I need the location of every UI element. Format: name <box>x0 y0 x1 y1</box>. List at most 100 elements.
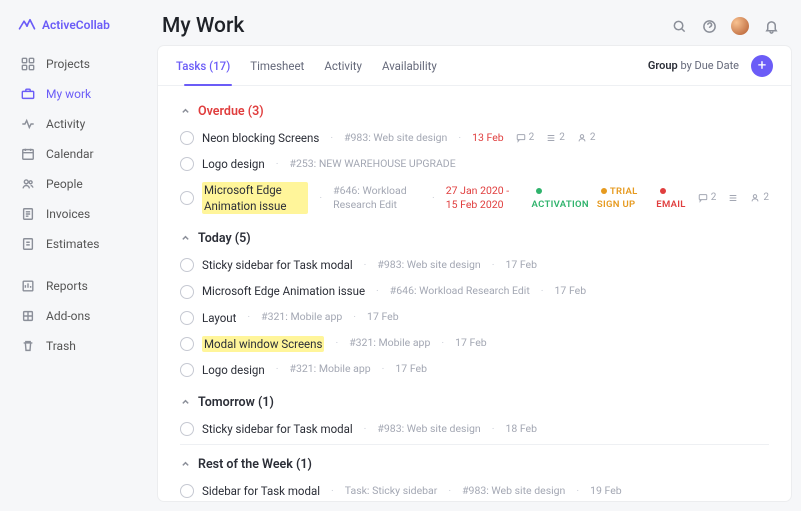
chevron-down-icon <box>180 459 190 469</box>
task-name: Sticky sidebar for Task modal <box>202 257 353 273</box>
task-parent: Task: Sticky sidebar <box>345 484 438 499</box>
task-row[interactable]: Neon blocking Screens · #983: Web site d… <box>164 125 785 151</box>
add-task-button[interactable]: + <box>751 55 773 77</box>
task-row[interactable]: Layout· #321: Mobile app· 17 Feb <box>164 305 785 331</box>
task-name: Sidebar for Task modal <box>202 483 320 499</box>
task-checkbox[interactable] <box>180 363 194 377</box>
reports-icon <box>20 278 36 294</box>
section-restweek-header[interactable]: Rest of the Week (1) <box>164 445 785 478</box>
section-overdue-header[interactable]: Overdue (3) <box>164 92 785 125</box>
task-row[interactable]: Microsoft Edge Animation issue· #646: Wo… <box>164 278 785 304</box>
task-project: #983: Web site design <box>377 422 480 437</box>
task-row[interactable]: Logo design· #321: Mobile app· 17 Feb <box>164 357 785 383</box>
task-row[interactable]: Sidebar for Task modal· Task: Sticky sid… <box>164 478 785 501</box>
task-checkbox[interactable] <box>180 422 194 436</box>
grid-icon <box>20 56 36 72</box>
task-row[interactable]: Modal window Screens· #321: Mobile app· … <box>164 331 785 357</box>
sidebar-item-label: Calendar <box>46 147 94 161</box>
task-list[interactable]: Overdue (3) Neon blocking Screens · #983… <box>158 86 791 501</box>
sidebar-item-invoices[interactable]: Invoices <box>12 200 140 228</box>
tab-label: Tasks (17) <box>176 59 230 73</box>
section-title: Overdue (3) <box>198 104 264 119</box>
bell-icon[interactable] <box>763 18 779 34</box>
task-project: #321: Mobile app <box>349 336 430 351</box>
task-due: 18 Feb <box>505 422 537 437</box>
task-project: #983: Web site design <box>344 131 447 146</box>
sidebar-item-label: Estimates <box>46 237 99 251</box>
task-due: 19 Feb <box>590 484 622 499</box>
task-checkbox[interactable] <box>180 285 194 299</box>
group-by-toggle[interactable]: Group by Due Date <box>648 59 739 72</box>
activecollab-logo-icon <box>18 18 36 32</box>
task-project: #321: Mobile app <box>261 310 342 325</box>
brand[interactable]: ActiveCollab <box>12 12 140 48</box>
briefcase-icon <box>20 86 36 102</box>
sidebar-item-label: Trash <box>46 339 76 353</box>
task-row[interactable]: Logo design · #253: NEW WAREHOUSE UPGRAD… <box>164 151 785 177</box>
task-name: Microsoft Edge Animation issue <box>202 182 308 214</box>
sidebar: ActiveCollab Projects My work Activity C… <box>0 0 140 511</box>
sidebar-item-reports[interactable]: Reports <box>12 272 140 300</box>
page-title: My Work <box>162 14 244 38</box>
section-title: Rest of the Week (1) <box>198 457 312 472</box>
tab-label: Timesheet <box>250 59 304 73</box>
sidebar-item-trash[interactable]: Trash <box>12 332 140 360</box>
panel: Tasks (17) Timesheet Activity Availabili… <box>158 46 791 501</box>
task-row[interactable]: Sticky sidebar for Task modal· #983: Web… <box>164 252 785 278</box>
task-subtasks-count: 2 <box>546 131 565 145</box>
task-checkbox[interactable] <box>180 258 194 272</box>
help-icon[interactable] <box>701 18 717 34</box>
task-checkbox[interactable] <box>180 191 194 205</box>
sidebar-item-label: My work <box>46 87 91 101</box>
calendar-icon <box>20 146 36 162</box>
task-project: #646: Workload Research Edit <box>333 184 421 213</box>
task-assignees-count: 2 <box>750 191 769 205</box>
chevron-down-icon <box>180 234 190 244</box>
section-today-header[interactable]: Today (5) <box>164 219 785 252</box>
sidebar-item-people[interactable]: People <box>12 170 140 198</box>
task-assignees-count: 2 <box>577 131 596 145</box>
search-icon[interactable] <box>671 18 687 34</box>
task-comments-count: 2 <box>516 131 535 145</box>
task-row[interactable]: Sticky sidebar for Task modal· #983: Web… <box>164 416 785 442</box>
pulse-icon <box>20 116 36 132</box>
tab-timesheet[interactable]: Timesheet <box>240 46 314 85</box>
task-name: Logo design <box>202 362 265 378</box>
task-checkbox[interactable] <box>180 157 194 171</box>
sidebar-item-activity[interactable]: Activity <box>12 110 140 138</box>
tab-availability[interactable]: Availability <box>372 46 447 85</box>
sidebar-item-projects[interactable]: Projects <box>12 50 140 78</box>
user-avatar[interactable] <box>731 17 749 35</box>
task-tag: TRIAL SIGN UP <box>597 185 648 212</box>
sidebar-item-label: People <box>46 177 83 191</box>
task-row[interactable]: Microsoft Edge Animation issue · #646: W… <box>164 177 785 219</box>
sidebar-item-addons[interactable]: Add-ons <box>12 302 140 330</box>
page-header: My Work <box>140 0 801 46</box>
tab-tasks[interactable]: Tasks (17) <box>176 46 240 85</box>
task-name: Modal window Screens <box>202 336 324 352</box>
sidebar-item-label: Add-ons <box>46 309 90 323</box>
sidebar-item-calendar[interactable]: Calendar <box>12 140 140 168</box>
estimate-icon <box>20 236 36 252</box>
sidebar-item-label: Reports <box>46 279 88 293</box>
task-due: 17 Feb <box>455 336 487 351</box>
sidebar-item-label: Projects <box>46 57 90 71</box>
invoice-icon <box>20 206 36 222</box>
task-name: Microsoft Edge Animation issue <box>202 283 365 299</box>
task-checkbox[interactable] <box>180 311 194 325</box>
sidebar-item-mywork[interactable]: My work <box>12 80 140 108</box>
brand-name: ActiveCollab <box>42 18 110 32</box>
sidebar-item-estimates[interactable]: Estimates <box>12 230 140 258</box>
task-name: Sticky sidebar for Task modal <box>202 421 353 437</box>
task-name: Neon blocking Screens <box>202 130 319 146</box>
task-checkbox[interactable] <box>180 337 194 351</box>
sidebar-item-label: Activity <box>46 117 85 131</box>
task-name: Logo design <box>202 156 265 172</box>
section-tomorrow-header[interactable]: Tomorrow (1) <box>164 383 785 416</box>
tab-activity[interactable]: Activity <box>314 46 372 85</box>
section-title: Today (5) <box>198 231 251 246</box>
task-name: Layout <box>202 310 236 326</box>
task-checkbox[interactable] <box>180 131 194 145</box>
task-tag: ACTIVATION <box>532 185 589 212</box>
task-checkbox[interactable] <box>180 484 194 498</box>
